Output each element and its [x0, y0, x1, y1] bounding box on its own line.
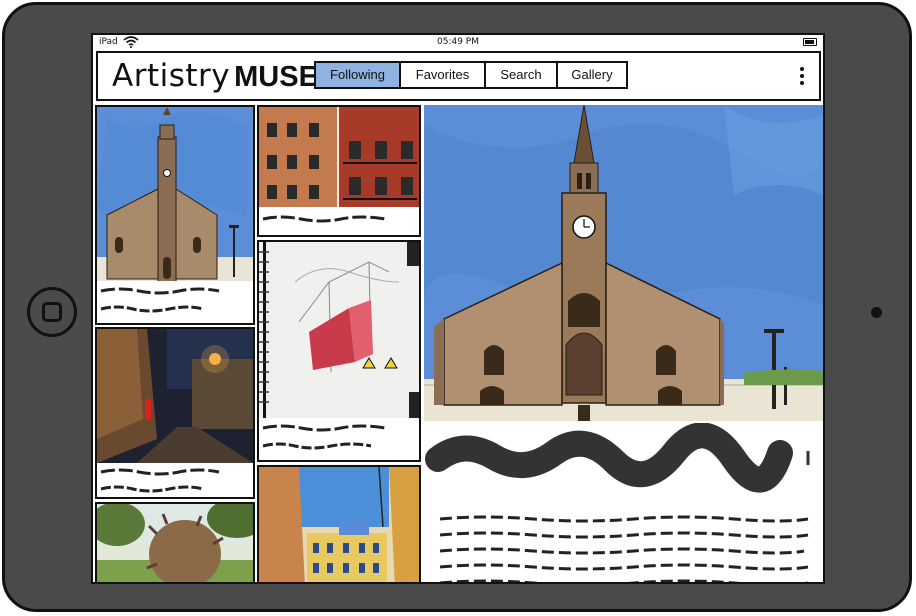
app-logo: Artistry MUSE — [112, 58, 318, 95]
status-time: 05:49 PM — [437, 37, 479, 47]
artwork-description-scribble — [425, 423, 810, 582]
sculpture-image — [97, 504, 253, 582]
home-button[interactable] — [27, 287, 77, 337]
tab-search[interactable]: Search — [486, 63, 558, 87]
card-text-scribble — [262, 215, 386, 223]
tab-favorites[interactable]: Favorites — [401, 63, 486, 87]
card-text-scribble — [100, 287, 220, 313]
sketchbook-image — [259, 242, 419, 418]
nav-tabs: Following Favorites Search Gallery — [314, 61, 628, 89]
street-painting-image — [259, 467, 419, 582]
feed-card-sketchbook[interactable] — [257, 240, 421, 462]
more-options-icon[interactable] — [799, 67, 805, 85]
logo-primary: Artistry — [112, 58, 231, 94]
brick-building-image — [259, 107, 419, 207]
screen: iPad 05:49 PM Artistry MUSE Following Fav… — [91, 33, 825, 584]
night-street-image — [97, 329, 253, 463]
tab-gallery[interactable]: Gallery — [558, 63, 626, 87]
card-text-scribble — [262, 424, 386, 450]
app-header: Artistry MUSE Following Favorites Search … — [96, 51, 821, 101]
card-text-scribble — [100, 468, 220, 493]
feed-card-night-street[interactable] — [95, 327, 255, 499]
artwork-detail — [424, 104, 824, 582]
feed-card-street-painting[interactable] — [257, 465, 421, 582]
status-bar: iPad 05:49 PM — [93, 35, 823, 50]
tab-following[interactable]: Following — [316, 63, 401, 87]
home-button-icon — [42, 302, 62, 322]
church-large-image[interactable] — [424, 104, 824, 421]
battery-icon — [803, 38, 817, 46]
feed-card-church[interactable] — [95, 105, 255, 325]
church-thumbnail-image — [97, 107, 253, 281]
feed-card-brick-building[interactable] — [257, 105, 421, 237]
logo-secondary: MUSE — [234, 61, 318, 93]
camera-dot — [871, 307, 882, 318]
feed-card-sculpture[interactable] — [95, 502, 255, 582]
